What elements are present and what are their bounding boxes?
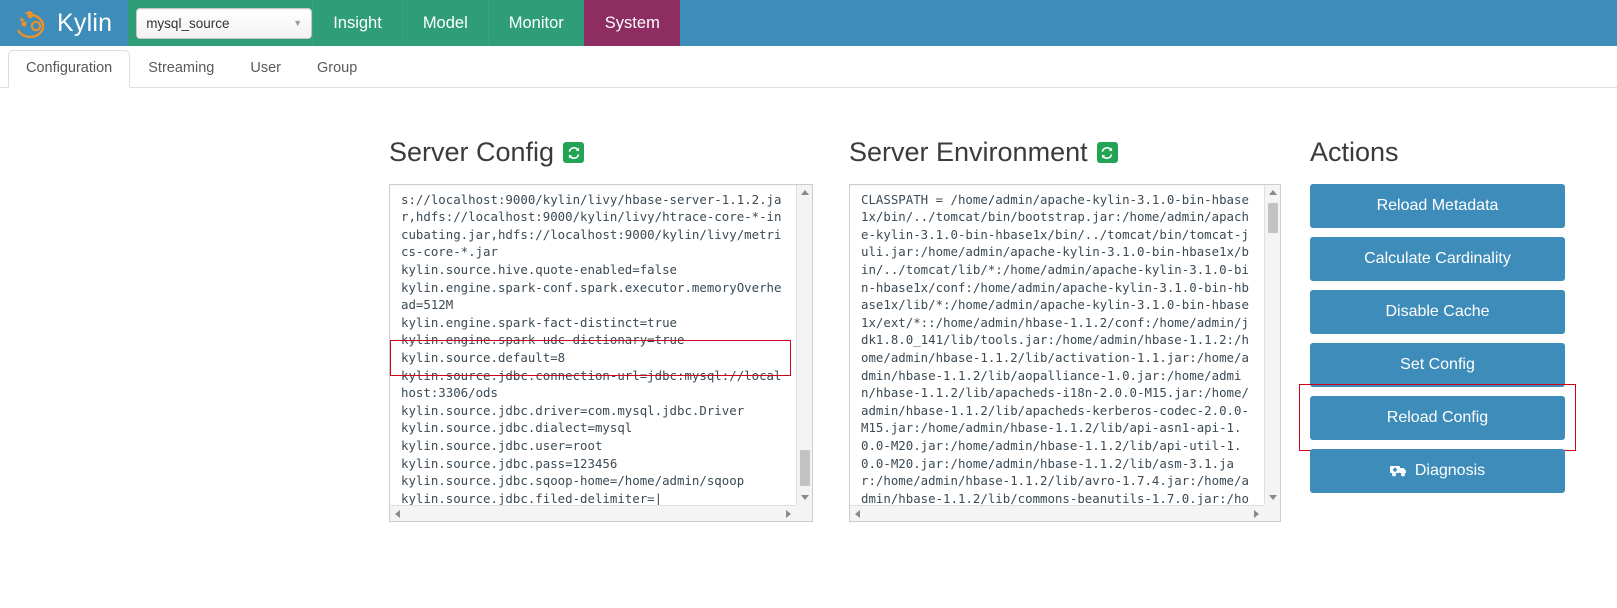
- kylin-logo-icon: [16, 11, 45, 38]
- scrollbar-corner: [796, 504, 812, 521]
- scrollbar-thumb[interactable]: [800, 449, 810, 486]
- server-environment-title: Server Environment: [849, 137, 1281, 168]
- disable-cache-row: Disable Cache: [1310, 289, 1565, 334]
- scroll-left-icon[interactable]: [855, 509, 860, 518]
- top-navbar: Kylin mysql_source ▼ Insight Model Monit…: [0, 0, 1617, 46]
- chevron-down-icon: ▼: [293, 18, 303, 28]
- disable-cache-button[interactable]: Disable Cache: [1310, 289, 1565, 334]
- diagnosis-button[interactable]: Diagnosis: [1310, 448, 1565, 493]
- reload-metadata-button[interactable]: Reload Metadata: [1310, 183, 1565, 228]
- content-area: Server Config s://localhost:9000/kylin/l…: [0, 88, 1617, 608]
- tab-label: Configuration: [26, 59, 113, 76]
- tab-label: Streaming: [148, 59, 215, 76]
- project-select-value: mysql_source: [146, 15, 230, 31]
- horizontal-scrollbar[interactable]: [390, 504, 796, 521]
- project-select[interactable]: mysql_source ▼: [136, 7, 313, 39]
- actions-title: Actions: [1310, 137, 1565, 168]
- actions-title-text: Actions: [1310, 137, 1399, 167]
- vertical-scrollbar[interactable]: [796, 184, 812, 505]
- scroll-down-icon[interactable]: [801, 494, 809, 500]
- server-environment-title-text: Server Environment: [849, 137, 1088, 167]
- navbar-filler: [679, 0, 1617, 46]
- nav-item-label: Model: [422, 13, 468, 32]
- scrollbar-corner: [1264, 504, 1280, 521]
- server-environment-panel: Server Environment CLASSPATH = /home/adm…: [849, 137, 1281, 522]
- reload-metadata-row: Reload Metadata: [1310, 183, 1565, 228]
- scroll-right-icon[interactable]: [1254, 509, 1259, 518]
- nav-item-label: Insight: [333, 13, 382, 32]
- tab-configuration[interactable]: Configuration: [8, 49, 131, 88]
- scroll-down-icon[interactable]: [1269, 494, 1277, 500]
- server-config-text: s://localhost:9000/kylin/livy/hbase-serv…: [401, 191, 782, 505]
- brand[interactable]: Kylin: [0, 0, 129, 46]
- reload-config-row: Reload Config: [1299, 383, 1576, 451]
- tab-label: User: [250, 59, 281, 76]
- set-config-row: Set Config: [1310, 342, 1565, 387]
- calculate-cardinality-button[interactable]: Calculate Cardinality: [1310, 236, 1565, 281]
- set-config-button[interactable]: Set Config: [1310, 342, 1565, 387]
- refresh-icon[interactable]: [563, 142, 585, 164]
- tab-streaming[interactable]: Streaming: [130, 50, 232, 88]
- tab-label: Group: [316, 59, 358, 76]
- refresh-icon[interactable]: [1096, 142, 1118, 164]
- horizontal-scrollbar[interactable]: [850, 504, 1264, 521]
- server-environment-textbox[interactable]: CLASSPATH = /home/admin/apache-kylin-3.1…: [849, 183, 1281, 522]
- server-config-panel: Server Config s://localhost:9000/kylin/l…: [389, 137, 813, 522]
- nav-menu: Insight Model Monitor System: [312, 0, 680, 46]
- nav-item-insight[interactable]: Insight: [312, 0, 402, 46]
- brand-label: Kylin: [57, 8, 113, 37]
- actions-panel: Actions Reload Metadata Calculate Cardin…: [1299, 137, 1576, 502]
- nav-item-model[interactable]: Model: [401, 0, 488, 46]
- nav-item-system[interactable]: System: [583, 0, 680, 46]
- nav-item-label: Monitor: [508, 13, 564, 32]
- scroll-right-icon[interactable]: [786, 509, 791, 518]
- nav-item-monitor[interactable]: Monitor: [487, 0, 584, 46]
- scroll-up-icon[interactable]: [801, 189, 809, 195]
- vertical-scrollbar[interactable]: [1264, 184, 1280, 505]
- calculate-cardinality-row: Calculate Cardinality: [1310, 236, 1565, 281]
- scroll-up-icon[interactable]: [1269, 189, 1277, 195]
- project-select-wrap: mysql_source ▼: [128, 0, 313, 46]
- server-config-title: Server Config: [389, 137, 813, 168]
- diagnosis-button-label: Diagnosis: [1414, 461, 1486, 479]
- nav-item-label: System: [604, 13, 660, 32]
- tab-group[interactable]: Group: [299, 50, 375, 88]
- diagnosis-row: Diagnosis: [1310, 448, 1565, 493]
- reload-config-button[interactable]: Reload Config: [1310, 395, 1565, 440]
- tab-user[interactable]: User: [232, 50, 299, 88]
- server-config-textbox[interactable]: s://localhost:9000/kylin/livy/hbase-serv…: [389, 183, 813, 522]
- scroll-left-icon[interactable]: [395, 509, 400, 518]
- scrollbar-thumb[interactable]: [1268, 202, 1278, 233]
- server-environment-text: CLASSPATH = /home/admin/apache-kylin-3.1…: [861, 191, 1249, 505]
- sub-tabbar: Configuration Streaming User Group: [0, 46, 1617, 88]
- ambulance-icon: [1389, 466, 1406, 477]
- server-config-title-text: Server Config: [389, 137, 555, 167]
